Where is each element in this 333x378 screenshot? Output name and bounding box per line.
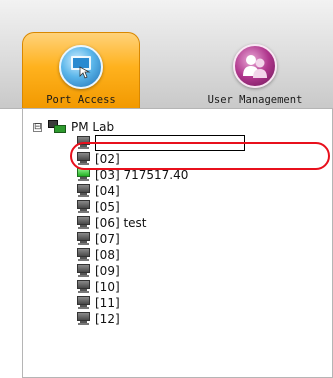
port-label: [04]: [95, 184, 120, 198]
port-tree: ⊟ PM Lab [02] [03] 717517.40 [04] [05] [06] …: [23, 109, 332, 377]
monitor-icon: [76, 184, 91, 198]
monitor-icon: [76, 216, 91, 230]
port-label: [12]: [95, 312, 120, 326]
port-row[interactable]: [11]: [76, 295, 120, 311]
port-access-icon: [59, 45, 103, 89]
port-row[interactable]: [03] 717517.40: [76, 167, 188, 183]
port-row[interactable]: [02]: [76, 151, 120, 167]
tab-port-access-label: Port Access: [46, 94, 116, 106]
tab-user-management-label: User Management: [207, 94, 303, 106]
tree-root[interactable]: ⊟ PM Lab: [33, 119, 114, 135]
port-label: [06] test: [95, 216, 147, 230]
port-row[interactable]: [09]: [76, 263, 120, 279]
monitor-online-icon: [76, 168, 91, 182]
port-row[interactable]: [05]: [76, 199, 120, 215]
port-label: [02]: [95, 152, 120, 166]
collapse-icon[interactable]: ⊟: [33, 122, 42, 132]
port-row[interactable]: [06] test: [76, 215, 147, 231]
port-row[interactable]: [08]: [76, 247, 120, 263]
port-row-rename[interactable]: [76, 135, 245, 151]
monitor-icon: [76, 248, 91, 262]
port-row[interactable]: [04]: [76, 183, 120, 199]
port-row[interactable]: [12]: [76, 311, 120, 327]
monitor-icon: [76, 312, 91, 326]
monitor-icon: [76, 280, 91, 294]
monitor-icon: [76, 200, 91, 214]
monitor-icon: [76, 152, 91, 166]
tab-port-access[interactable]: Port Access: [22, 32, 140, 108]
monitor-icon: [76, 136, 91, 150]
monitor-icon: [76, 232, 91, 246]
port-row[interactable]: [10]: [76, 279, 120, 295]
port-row[interactable]: [07]: [76, 231, 120, 247]
monitor-icon: [76, 296, 91, 310]
port-label: [07]: [95, 232, 120, 246]
monitor-icon: [76, 264, 91, 278]
port-label: [09]: [95, 264, 120, 278]
user-management-icon: [233, 44, 277, 88]
port-name-input[interactable]: [95, 135, 245, 151]
port-label: [08]: [95, 248, 120, 262]
port-label: [10]: [95, 280, 120, 294]
port-label: [05]: [95, 200, 120, 214]
tree-root-label: PM Lab: [71, 120, 115, 134]
tab-user-management[interactable]: User Management: [196, 32, 314, 108]
port-tree-panel[interactable]: ⊟ PM Lab [02] [03] 717517.40 [04] [05] [06] …: [22, 108, 333, 378]
port-label: [11]: [95, 296, 120, 310]
network-icon: [48, 120, 66, 134]
port-label: [03] 717517.40: [95, 168, 189, 182]
